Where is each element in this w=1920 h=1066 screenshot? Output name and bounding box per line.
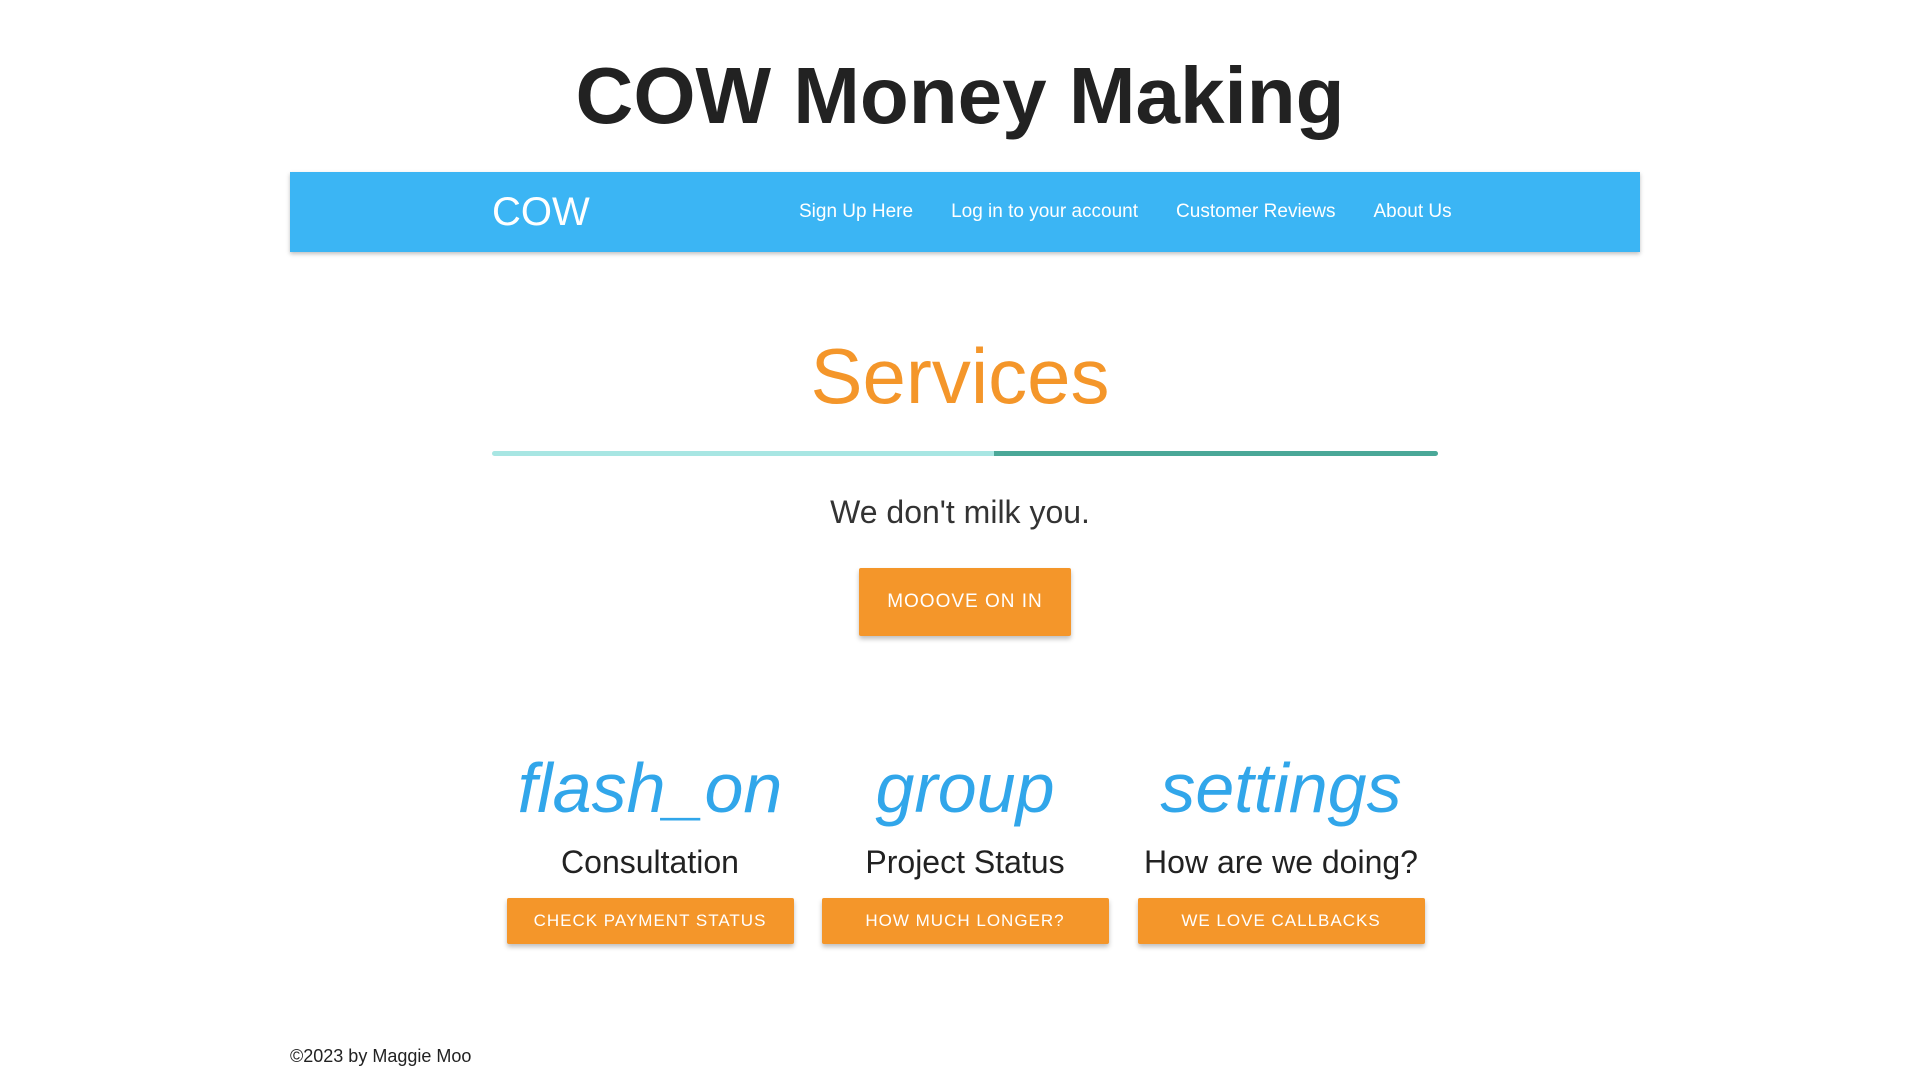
nav-link-log-in[interactable]: Log in to your account [932, 172, 1157, 252]
feature-title: Consultation [561, 844, 739, 880]
how-much-longer-button[interactable]: HOW MUCH LONGER? [821, 898, 1109, 944]
feature-title: Project Status [865, 844, 1065, 880]
feature-consultation: flash_on Consultation CHECK PAYMENT STAT… [505, 740, 795, 944]
nav-link-about-us[interactable]: About Us [1354, 172, 1470, 252]
tagline: We don't milk you. [830, 494, 1090, 530]
section-divider [492, 451, 1438, 456]
feature-project-status: group Project Status HOW MUCH LONGER? [820, 740, 1110, 944]
services-heading: Services [810, 332, 1110, 420]
divider-right-segment [994, 451, 1438, 456]
brand-link[interactable]: COW [492, 172, 590, 252]
page-title: COW Money Making [575, 51, 1345, 140]
settings-icon: settings [1160, 749, 1402, 827]
we-love-callbacks-button[interactable]: WE LOVE CALLBACKS [1137, 898, 1425, 944]
feature-how-are-we-doing: settings How are we doing? WE LOVE CALLB… [1136, 740, 1426, 944]
flash-on-icon: flash_on [517, 749, 783, 827]
feature-title: How are we doing? [1144, 844, 1418, 880]
group-icon: group [875, 749, 1055, 827]
nav-link-customer-reviews[interactable]: Customer Reviews [1157, 172, 1354, 252]
moove-on-in-button[interactable]: MOOOVE ON IN [859, 568, 1071, 636]
nav-link-sign-up[interactable]: Sign Up Here [780, 172, 932, 252]
divider-left-segment [492, 451, 994, 456]
nav-links: Sign Up Here Log in to your account Cust… [780, 172, 1471, 252]
navbar: COW Sign Up Here Log in to your account … [290, 172, 1640, 252]
footer-copyright: ©2023 by Maggie Moo [290, 1046, 472, 1066]
check-payment-status-button[interactable]: CHECK PAYMENT STATUS [506, 898, 794, 944]
